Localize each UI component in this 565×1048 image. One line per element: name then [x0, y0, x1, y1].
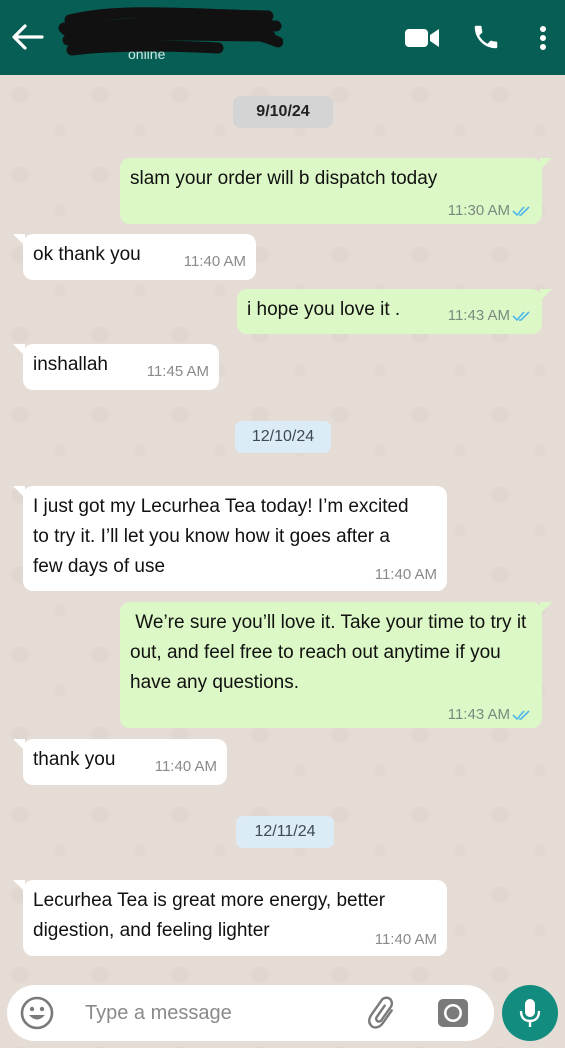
camera-icon[interactable] [436, 996, 470, 1030]
message-meta: 11:40 AM [375, 566, 437, 584]
chat-header: online [0, 0, 565, 75]
message-composer [7, 985, 494, 1041]
message-time: 11:45 AM [146, 363, 209, 380]
message-meta: 11:40 AM [375, 931, 437, 949]
message-outgoing[interactable]: We’re sure you’ll love it. Take your tim… [120, 602, 552, 728]
message-meta: 11:40 AM [155, 758, 217, 776]
message-incoming[interactable]: ok thank you 11:40 AM [13, 234, 256, 280]
message-input[interactable] [85, 997, 345, 1029]
message-time: 11:43 AM [447, 307, 510, 324]
date-chip: 12/10/24 [235, 421, 331, 453]
message-time: 11:43 AM [447, 706, 510, 723]
message-time: 11:40 AM [183, 253, 246, 270]
message-meta: 11:40 AM [184, 253, 246, 271]
message-text: I just got my Lecurhea Tea today! I’m ex… [33, 496, 414, 577]
message-outgoing[interactable]: slam your order will b dispatch today 11… [120, 158, 552, 224]
read-receipt-icon [512, 206, 530, 217]
message-incoming[interactable]: Lecurhea Tea is great more energy, bette… [13, 880, 447, 956]
message-incoming[interactable]: inshallah 11:45 AM [13, 344, 219, 390]
read-receipt-icon [512, 311, 530, 322]
message-outgoing[interactable]: i hope you love it . 11:43 AM [237, 289, 552, 334]
emoji-icon[interactable] [19, 995, 55, 1031]
message-time: 11:40 AM [374, 566, 437, 583]
attach-icon[interactable] [365, 995, 401, 1031]
message-text: We’re sure you’ll love it. Take your tim… [130, 612, 532, 693]
message-time: 11:40 AM [374, 931, 437, 948]
date-chip: 12/11/24 [236, 816, 334, 848]
microphone-icon [519, 999, 541, 1027]
message-text: slam your order will b dispatch today [130, 168, 438, 189]
microphone-button[interactable] [502, 985, 558, 1041]
message-text: Lecurhea Tea is great more energy, bette… [33, 890, 391, 941]
video-call-icon[interactable] [404, 26, 440, 50]
read-receipt-icon [512, 710, 530, 721]
phone-call-icon[interactable] [471, 22, 501, 52]
message-meta: 11:30 AM [448, 202, 532, 220]
back-arrow-icon[interactable] [10, 22, 44, 52]
more-options-icon[interactable] [535, 24, 551, 52]
redacted-contact-name[interactable] [58, 6, 283, 66]
message-meta: 11:43 AM [448, 706, 532, 724]
message-incoming[interactable]: thank you 11:40 AM [13, 739, 227, 785]
message-time: 11:40 AM [154, 758, 217, 775]
message-incoming[interactable]: I just got my Lecurhea Tea today! I’m ex… [13, 486, 447, 591]
message-time: 11:30 AM [447, 202, 510, 219]
message-meta: 11:43 AM [448, 307, 532, 325]
date-chip: 9/10/24 [233, 96, 333, 128]
message-meta: 11:45 AM [147, 363, 209, 381]
